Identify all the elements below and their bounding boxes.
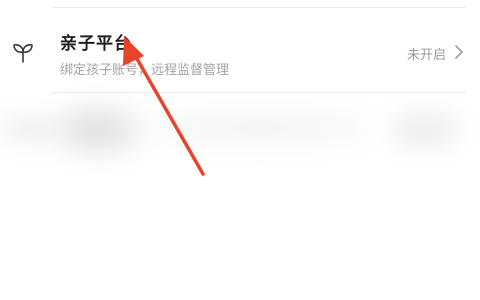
blur-patch <box>390 113 460 147</box>
parent-child-platform-row[interactable]: 亲子平台 绑定孩子账号，远程监督管理 未开启 <box>0 20 480 88</box>
divider <box>52 92 466 93</box>
divider <box>52 7 466 8</box>
sprout-icon <box>13 44 33 63</box>
settings-screen: 亲子平台 绑定孩子账号，远程监督管理 未开启 <box>0 0 480 300</box>
status-text: 未开启 <box>406 48 446 63</box>
chevron-right-icon <box>455 45 463 59</box>
blur-patch <box>0 115 60 143</box>
blurred-content <box>0 95 480 180</box>
blur-patch <box>150 115 370 141</box>
row-subtitle: 绑定孩子账号，远程监督管理 <box>60 63 230 78</box>
row-title: 亲子平台 <box>60 34 132 54</box>
blur-patch <box>58 109 138 151</box>
